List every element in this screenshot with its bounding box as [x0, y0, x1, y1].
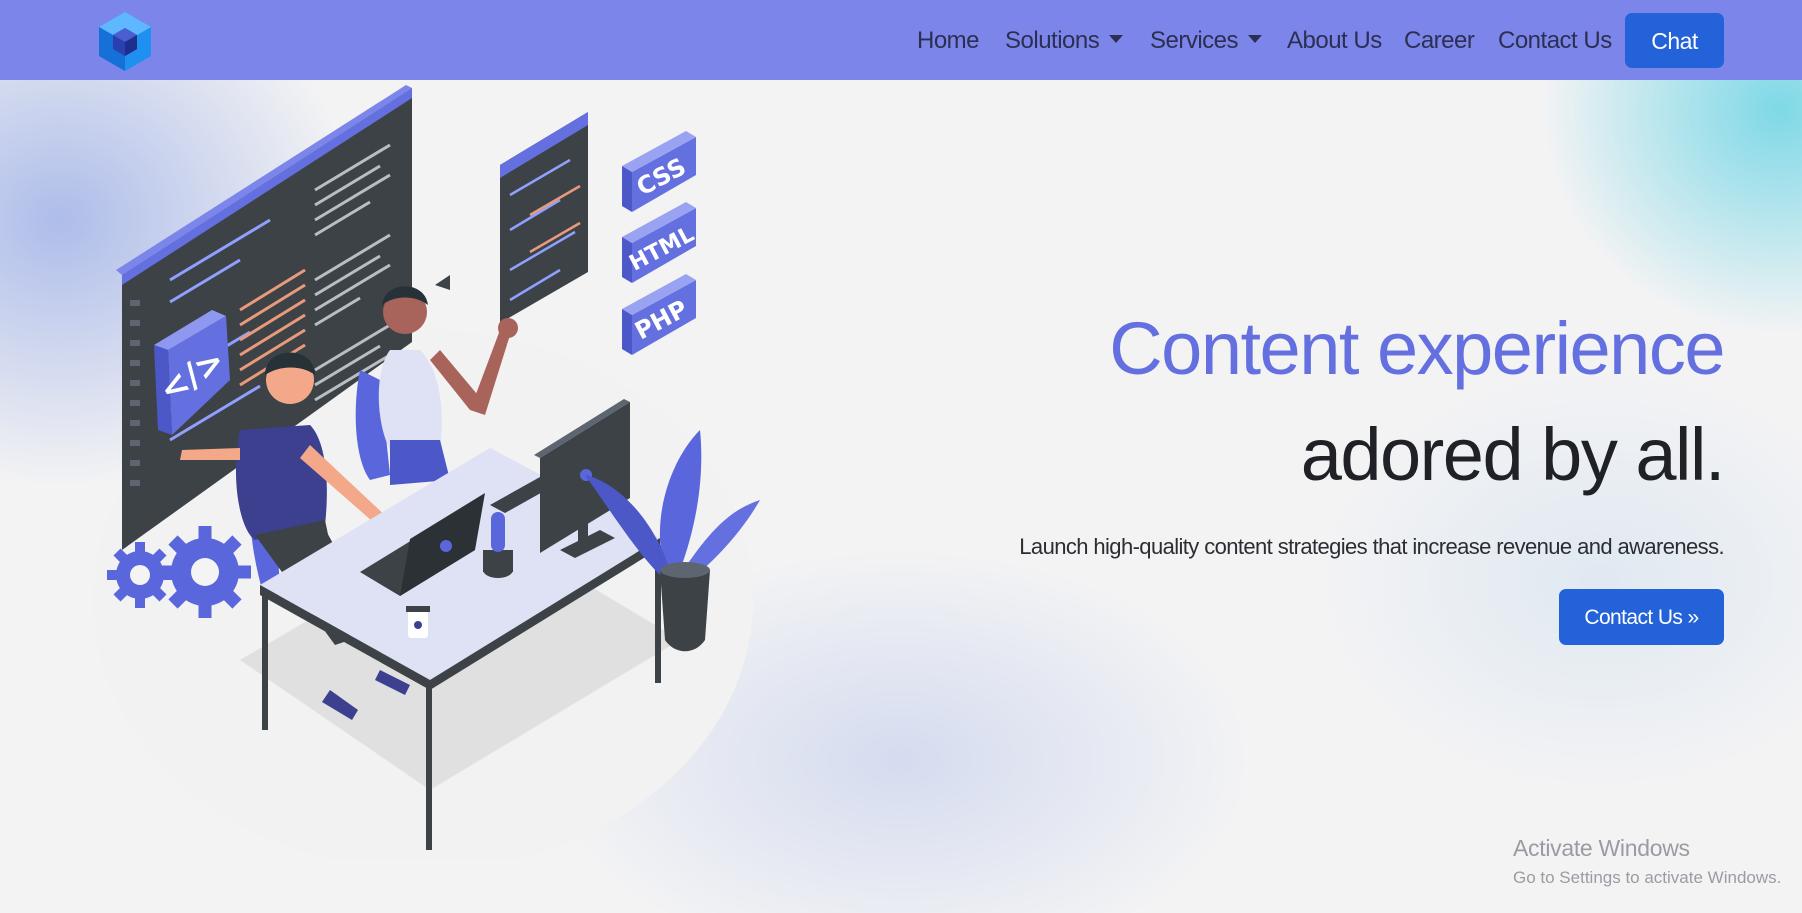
nav-career[interactable]: Career [1404, 24, 1475, 58]
hero-section: </> CSS HTML PHP Content experience ador… [0, 80, 1802, 913]
nav-contact-us[interactable]: Contact Us [1498, 24, 1612, 58]
small-code-window [435, 112, 588, 323]
css-tag: CSS [622, 131, 696, 212]
nav-solutions-label: Solutions [1005, 27, 1100, 54]
hero-heading-line-1: Content experience [1109, 307, 1725, 390]
activate-windows-watermark: Activate Windows Go to Settings to activ… [1513, 835, 1781, 888]
chevron-down-icon [1109, 34, 1124, 43]
watermark-subtitle: Go to Settings to activate Windows. [1513, 868, 1782, 887]
chevron-down-icon [1248, 34, 1263, 43]
hero-subtext: Launch high-quality content strategies t… [1019, 534, 1724, 559]
contact-us-button[interactable]: Contact Us » [1559, 589, 1724, 645]
php-tag: PHP [622, 274, 696, 355]
hero-heading-line-2: adored by all. [1300, 413, 1726, 496]
nav-home[interactable]: Home [917, 24, 980, 58]
coffee-cup [406, 606, 430, 638]
chat-button[interactable]: Chat [1625, 13, 1724, 68]
nav-services-label: Services [1150, 27, 1239, 54]
nav-services[interactable]: Services [1150, 24, 1263, 58]
nav-links: Home Solutions Services About Us Career … [0, 0, 1802, 80]
navbar: Home Solutions Services About Us Career … [0, 0, 1802, 80]
nav-solutions[interactable]: Solutions [1005, 24, 1124, 58]
nav-about-us[interactable]: About Us [1287, 24, 1382, 58]
html-tag: HTML [622, 202, 698, 283]
watermark-title: Activate Windows [1513, 835, 1690, 861]
developers-illustration: </> CSS HTML PHP [93, 85, 760, 860]
